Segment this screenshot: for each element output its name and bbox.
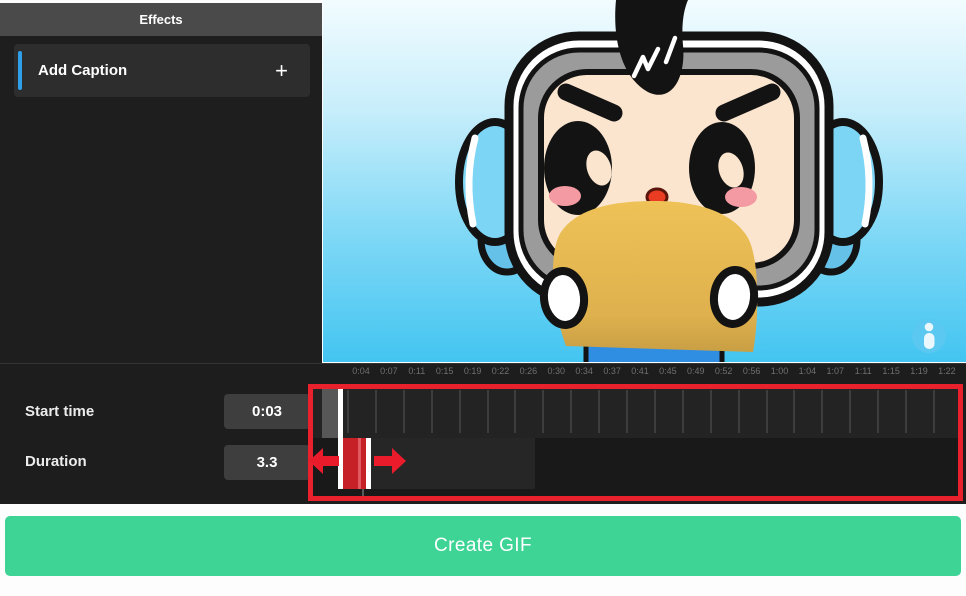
timeline-tick <box>402 390 405 433</box>
timeline-tick <box>374 390 377 433</box>
sidebar-title: Effects <box>139 12 183 27</box>
timeline-time-label: 0:07 <box>380 366 398 376</box>
duration-input[interactable] <box>224 445 310 480</box>
timeline-time-label: 0:04 <box>352 366 370 376</box>
timeline-time-label: 1:19 <box>910 366 928 376</box>
effects-sidebar: Effects Add Caption + <box>0 3 322 363</box>
timeline-time-label: 1:15 <box>882 366 900 376</box>
accent-bar <box>18 51 22 90</box>
start-time-label: Start time <box>25 403 95 420</box>
timeline-time-label: 0:37 <box>603 366 621 376</box>
timeline-time-label: 0:30 <box>547 366 566 376</box>
timeline-tick <box>849 390 852 433</box>
played-region <box>322 389 339 438</box>
timeline-tick <box>905 390 907 433</box>
timeline-time-label: 1:22 <box>938 366 956 376</box>
character-illustration <box>455 0 946 362</box>
start-time-input[interactable] <box>224 394 310 429</box>
timeline-time-label: 1:07 <box>826 366 845 376</box>
timeline-tick <box>681 390 684 433</box>
timeline-tick <box>542 390 545 433</box>
selection-handle[interactable] <box>342 438 366 489</box>
create-gif-button[interactable]: Create GIF <box>5 516 961 576</box>
add-caption-button[interactable]: Add Caption + <box>14 44 310 97</box>
timeline-time-label: 0:41 <box>631 366 649 376</box>
timeline-tick <box>570 390 573 433</box>
timeline-time-label: 1:04 <box>798 366 817 376</box>
timeline-tick <box>765 390 768 433</box>
sidebar-header: Effects <box>0 3 322 36</box>
timeline-tick <box>821 390 824 433</box>
timeline-tick <box>458 390 461 433</box>
selection-handle-edge[interactable] <box>366 438 371 489</box>
timeline-time-label: 0:19 <box>463 366 482 376</box>
timeline-tick <box>793 390 796 433</box>
create-gif-label: Create GIF <box>434 535 532 556</box>
timeline-time-label: 0:49 <box>687 366 705 376</box>
timeline-time-label: 0:15 <box>435 366 454 376</box>
timeline-time-label: 0:26 <box>519 366 538 376</box>
timeline-tick <box>430 390 433 433</box>
timeline-time-label: 0:22 <box>491 366 510 376</box>
timeline-time-label: 0:11 <box>408 366 426 376</box>
timeline-time-label: 0:34 <box>575 366 593 376</box>
timeline-tick <box>514 390 517 433</box>
timeline-tick <box>347 390 349 433</box>
timeline-tick <box>486 390 489 433</box>
duration-label: Duration <box>25 453 87 470</box>
annotation-arrow-left <box>309 448 339 474</box>
timeline-time-label: 1:11 <box>854 366 872 376</box>
info-icon[interactable] <box>912 319 946 353</box>
selection-handle-highlight <box>358 438 361 489</box>
timeline-tick <box>653 390 656 433</box>
video-preview <box>323 0 966 362</box>
timeline-time-label: 1:00 <box>770 366 789 376</box>
timeline-tick <box>932 390 935 433</box>
timeline-tick <box>626 390 628 433</box>
add-caption-label: Add Caption <box>38 62 128 79</box>
timeline-tick <box>709 390 712 433</box>
timeline-track[interactable] <box>313 389 958 438</box>
selection-marker-line <box>362 489 364 496</box>
timeline-time-label: 0:52 <box>714 366 733 376</box>
timeline-tick <box>598 390 601 433</box>
timeline-panel: Start time Duration 0:04 0:07 0:11 0:15 0:19… <box>0 363 966 504</box>
timeline-tick <box>877 390 880 433</box>
plus-icon[interactable]: + <box>275 59 288 82</box>
playhead[interactable] <box>338 389 343 489</box>
annotation-arrow-right <box>374 448 406 474</box>
timeline-time-label: 0:45 <box>659 366 677 376</box>
timeline-tick <box>737 390 740 433</box>
gif-maker-app: Effects Add Caption + Start time 0:03 Du… <box>0 0 966 596</box>
annotation-rectangle <box>308 384 963 501</box>
timeline-time-label: 0:56 <box>742 366 761 376</box>
